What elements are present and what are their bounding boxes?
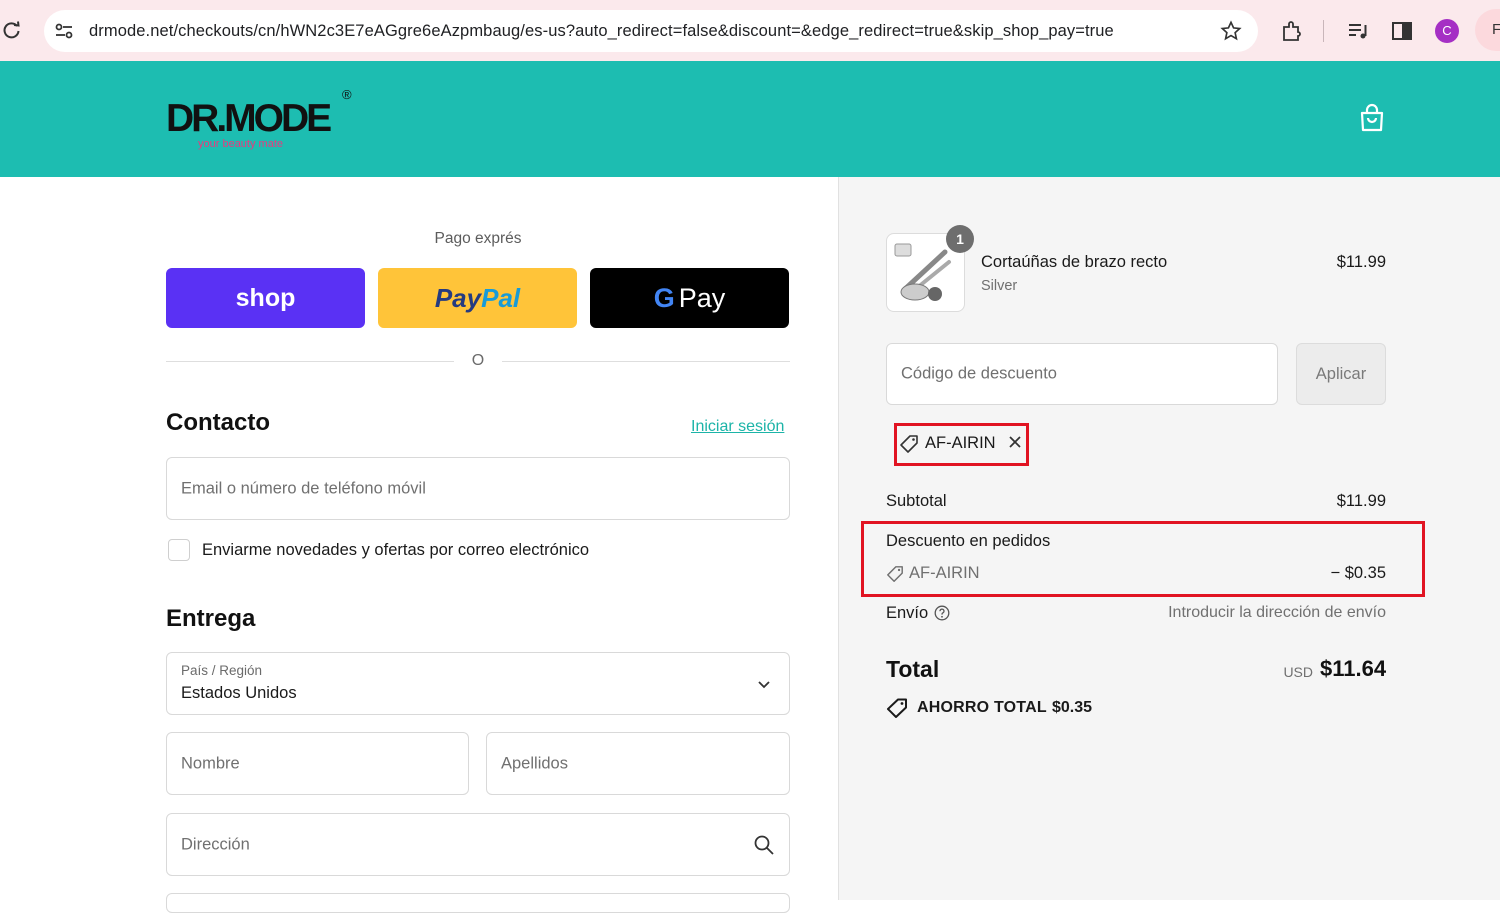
total-currency: USD <box>1283 664 1313 680</box>
site-settings-icon[interactable] <box>54 22 74 40</box>
brand-logo[interactable]: DR.MODE ® your beauty mate <box>166 87 356 157</box>
country-select-value: Estados Unidos <box>181 684 297 702</box>
product-variant: Silver <box>981 278 1018 294</box>
product-price: $11.99 <box>1336 253 1386 271</box>
paypal-button[interactable]: Pay Pal <box>378 268 577 328</box>
google-g-icon: G <box>653 282 675 313</box>
logo-tagline: your beauty mate <box>198 138 283 150</box>
last-name-field[interactable]: Apellidos <box>486 732 790 795</box>
side-panel-icon[interactable] <box>1390 19 1414 43</box>
discount-code-input[interactable]: Código de descuento <box>886 343 1278 405</box>
site-header: DR.MODE ® your beauty mate <box>0 61 1500 177</box>
total-savings-value: $0.35 <box>1052 699 1093 716</box>
express-checkout-label: Pago exprés <box>434 230 522 247</box>
quantity-badge: 1 <box>946 225 974 253</box>
divider-right <box>502 361 790 362</box>
applied-discount-chip: AF-AIRIN <box>894 423 1029 466</box>
order-discount-value: − $0.35 <box>1330 564 1386 582</box>
savings-tag-icon <box>887 698 907 718</box>
total-label: Total <box>886 656 940 682</box>
extensions-icon[interactable] <box>1280 19 1304 43</box>
divider-left <box>166 361 454 362</box>
close-icon[interactable] <box>1008 435 1022 449</box>
order-discount-label: Descuento en pedidos <box>886 532 1051 550</box>
contact-heading: Contacto <box>166 409 270 436</box>
logo-wordmark: DR.MODE <box>166 97 332 140</box>
shop-pay-label: shop <box>235 283 296 312</box>
address-field[interactable]: Dirección <box>166 813 790 876</box>
media-controls-icon[interactable] <box>1346 19 1370 43</box>
shipping-value: Introducir la dirección de envío <box>1168 604 1386 621</box>
profile-pill[interactable]: F <box>1475 9 1500 51</box>
login-link[interactable]: Iniciar sesión <box>691 418 784 436</box>
country-select[interactable]: País / Región Estados Unidos <box>166 652 790 715</box>
last-name-placeholder: Apellidos <box>501 754 568 772</box>
total-value: $11.64 <box>1320 656 1387 681</box>
divider-or-text: O <box>471 352 485 369</box>
discount-code-placeholder: Código de descuento <box>901 364 1057 383</box>
search-icon <box>754 835 774 855</box>
browser-toolbar: drmode.net/checkouts/cn/hWN2c3E7eAGgre6e… <box>0 0 1500 61</box>
first-name-placeholder: Nombre <box>181 754 240 772</box>
next-field[interactable] <box>166 893 790 913</box>
product-name: Cortaúñas de brazo recto <box>981 253 1168 271</box>
url-text[interactable]: drmode.net/checkouts/cn/hWN2c3E7eAGgre6e… <box>89 22 1114 41</box>
total-savings-label: AHORRO TOTAL <box>917 699 1047 716</box>
google-pay-button[interactable]: G Pay <box>590 268 789 328</box>
bookmark-star-icon[interactable] <box>1220 20 1242 42</box>
order-discount-code: AF-AIRIN <box>909 564 980 582</box>
help-circle-icon[interactable] <box>934 605 950 621</box>
paypal-label-pay: Pay <box>434 282 482 313</box>
toolbar-separator <box>1323 20 1324 42</box>
apply-discount-button[interactable]: Aplicar <box>1296 343 1386 405</box>
chevron-down-icon <box>758 681 770 689</box>
tag-icon <box>887 566 903 582</box>
shopping-bag-icon[interactable] <box>1358 103 1386 133</box>
reload-icon[interactable] <box>2 20 22 40</box>
google-pay-label: Pay <box>678 282 726 313</box>
paypal-label-pal: Pal <box>481 282 521 313</box>
address-placeholder: Dirección <box>181 835 250 853</box>
first-name-field[interactable]: Nombre <box>166 732 469 795</box>
logo-registered-mark: ® <box>342 87 352 102</box>
email-placeholder: Email o número de teléfono móvil <box>181 479 426 497</box>
newsletter-checkbox[interactable] <box>168 539 190 561</box>
subtotal-label: Subtotal <box>886 492 947 510</box>
address-bar[interactable]: drmode.net/checkouts/cn/hWN2c3E7eAGgre6e… <box>44 10 1258 52</box>
tag-icon <box>900 435 918 453</box>
shop-pay-button[interactable]: shop <box>166 268 365 328</box>
subtotal-value: $11.99 <box>1336 492 1386 510</box>
delivery-heading: Entrega <box>166 605 256 632</box>
applied-discount-code: AF-AIRIN <box>925 434 996 452</box>
email-field[interactable]: Email o número de teléfono móvil <box>166 457 790 520</box>
apply-discount-label: Aplicar <box>1315 364 1367 383</box>
country-select-label: País / Región <box>181 663 263 678</box>
profile-avatar[interactable]: C <box>1435 19 1459 43</box>
shipping-label: Envío <box>886 604 929 622</box>
newsletter-label[interactable]: Enviarme novedades y ofertas por correo … <box>202 541 589 560</box>
